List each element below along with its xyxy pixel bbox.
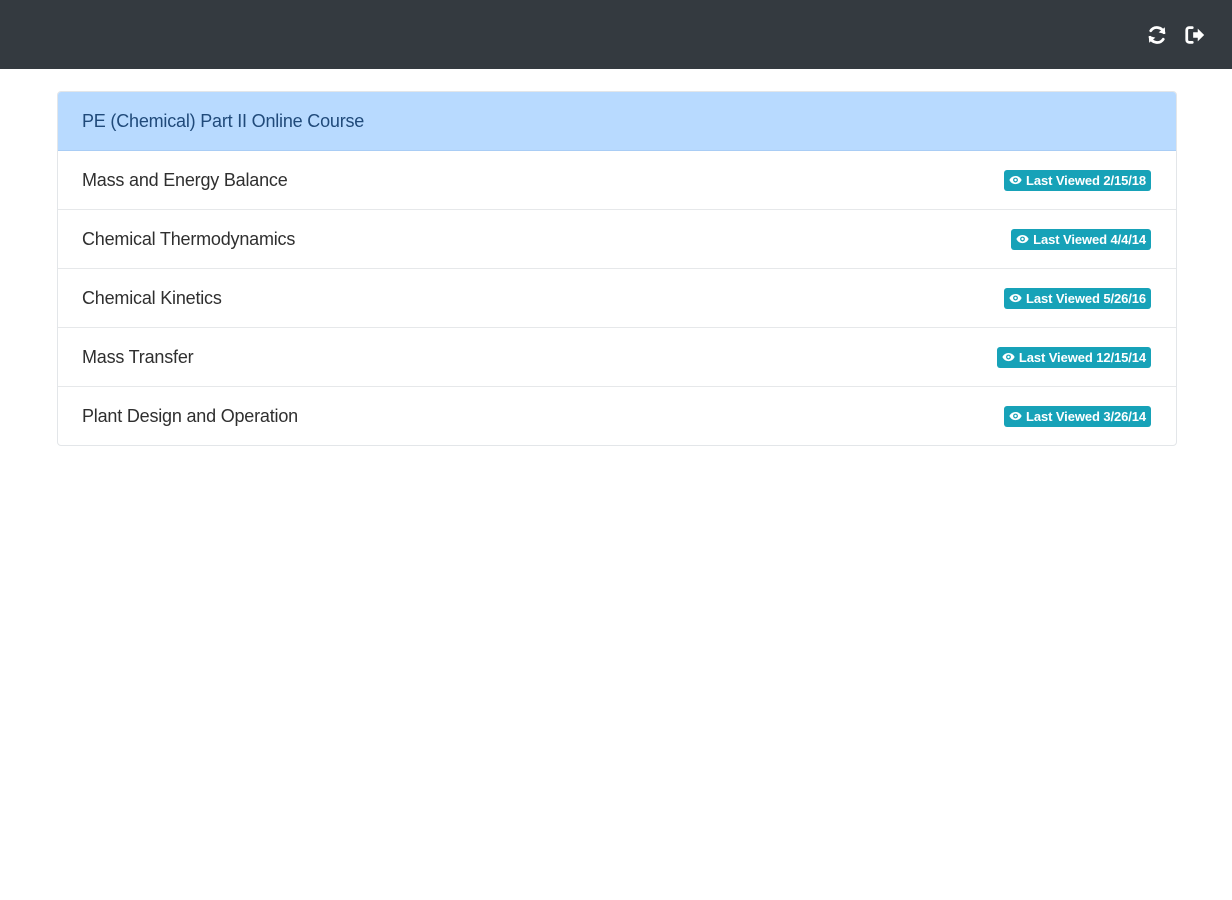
top-navbar [0, 0, 1232, 69]
module-row[interactable]: Chemical Thermodynamics Last Viewed 4/4/1… [58, 209, 1176, 268]
module-label: Plant Design and Operation [82, 405, 298, 426]
eye-icon [1009, 293, 1022, 303]
eye-icon [1009, 411, 1022, 421]
module-label: Mass and Energy Balance [82, 169, 288, 190]
logout-icon[interactable] [1184, 24, 1206, 46]
module-label: Chemical Kinetics [82, 287, 222, 308]
module-row[interactable]: Mass Transfer Last Viewed 12/15/14 [58, 327, 1176, 386]
course-panel: PE (Chemical) Part II Online Course Mass… [57, 91, 1177, 446]
last-viewed-text: Last Viewed 4/4/14 [1033, 231, 1146, 247]
last-viewed-badge: Last Viewed 2/15/18 [1004, 169, 1151, 191]
module-list: Mass and Energy Balance Last Viewed 2/15/… [58, 151, 1176, 445]
last-viewed-text: Last Viewed 3/26/14 [1026, 408, 1146, 424]
eye-icon [1002, 352, 1015, 362]
last-viewed-text: Last Viewed 12/15/14 [1018, 349, 1146, 365]
last-viewed-badge: Last Viewed 4/4/14 [1011, 228, 1151, 250]
last-viewed-badge: Last Viewed 5/26/16 [1004, 287, 1151, 309]
module-row[interactable]: Plant Design and Operation Last Viewed 3/… [58, 386, 1176, 445]
course-title: PE (Chemical) Part II Online Course [58, 92, 1176, 151]
eye-icon [1016, 234, 1029, 244]
eye-icon [1009, 175, 1022, 185]
refresh-icon[interactable] [1146, 24, 1168, 46]
last-viewed-text: Last Viewed 5/26/16 [1026, 290, 1146, 306]
last-viewed-badge: Last Viewed 3/26/14 [1004, 405, 1151, 427]
last-viewed-badge: Last Viewed 12/15/14 [996, 346, 1151, 368]
module-label: Chemical Thermodynamics [82, 228, 296, 249]
module-label: Mass Transfer [82, 346, 194, 367]
module-row[interactable]: Chemical Kinetics Last Viewed 5/26/16 [58, 268, 1176, 327]
module-row[interactable]: Mass and Energy Balance Last Viewed 2/15/… [58, 151, 1176, 209]
last-viewed-text: Last Viewed 2/15/18 [1026, 172, 1146, 188]
